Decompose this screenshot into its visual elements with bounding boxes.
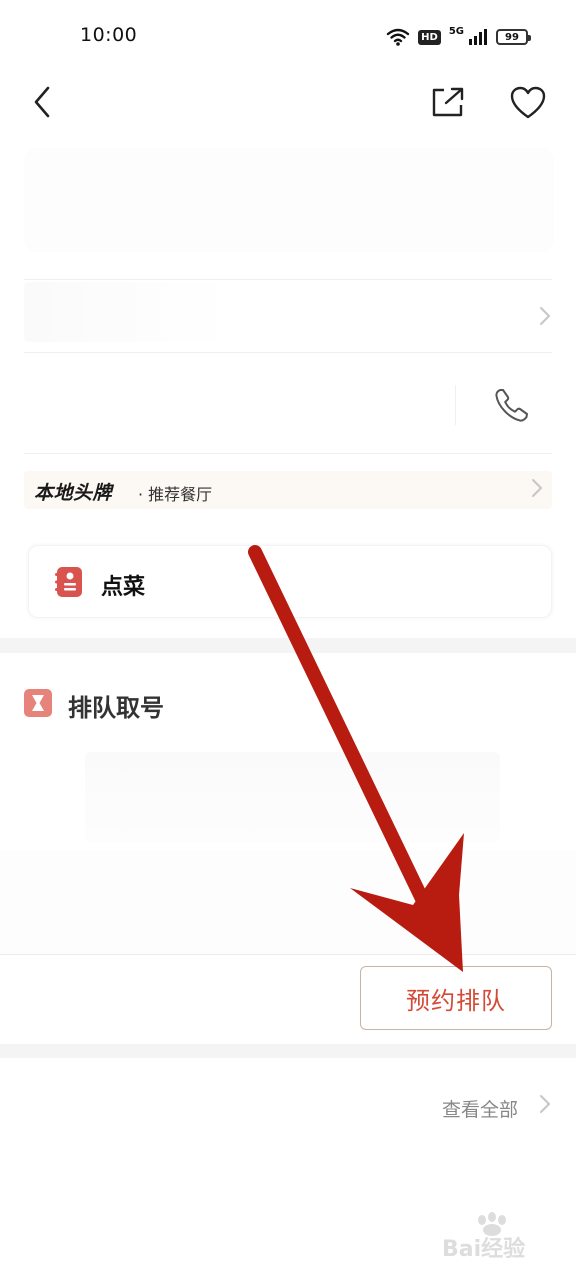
chevron-right-icon xyxy=(540,307,550,325)
watermark-logo: Bai经验 xyxy=(442,1212,525,1262)
address-row-placeholder[interactable] xyxy=(24,282,234,342)
back-arrow-icon[interactable] xyxy=(28,84,58,120)
order-label: 点菜 xyxy=(101,575,146,600)
hourglass-icon xyxy=(24,689,52,717)
reserve-queue-button[interactable]: 预约排队 xyxy=(360,966,552,1030)
share-icon[interactable] xyxy=(430,86,466,118)
queue-title: 排队取号 xyxy=(68,694,164,722)
status-icons: HD 5G 99 xyxy=(386,24,531,50)
menu-book-icon xyxy=(55,567,82,597)
queue-info-placeholder xyxy=(85,752,500,842)
signal-icon xyxy=(469,29,487,45)
queue-info-area xyxy=(0,850,576,954)
vertical-divider xyxy=(455,385,456,425)
hd-icon: HD xyxy=(418,29,441,45)
section-separator xyxy=(0,638,576,653)
divider xyxy=(24,453,552,454)
divider xyxy=(24,352,552,353)
view-all-link[interactable]: 查看全部 xyxy=(442,1095,518,1122)
brand-logo-text: 本地头牌 xyxy=(34,482,113,504)
battery-icon: 99 xyxy=(496,29,531,45)
watermark-text: Bai经验 xyxy=(442,1236,525,1262)
divider xyxy=(24,279,552,280)
chevron-right-icon xyxy=(532,479,542,497)
brand-subtitle: · 推荐餐厅 xyxy=(138,485,213,504)
battery-level: 99 xyxy=(505,31,519,43)
divider xyxy=(0,954,576,955)
heart-icon[interactable] xyxy=(510,86,546,120)
status-time: 10:00 xyxy=(80,24,138,46)
network-label: 5G xyxy=(448,26,464,37)
chevron-right-icon[interactable] xyxy=(538,1094,552,1114)
info-card-placeholder xyxy=(26,150,552,250)
phone-icon[interactable] xyxy=(492,385,532,425)
section-separator xyxy=(0,1044,576,1058)
wifi-icon xyxy=(386,28,410,46)
